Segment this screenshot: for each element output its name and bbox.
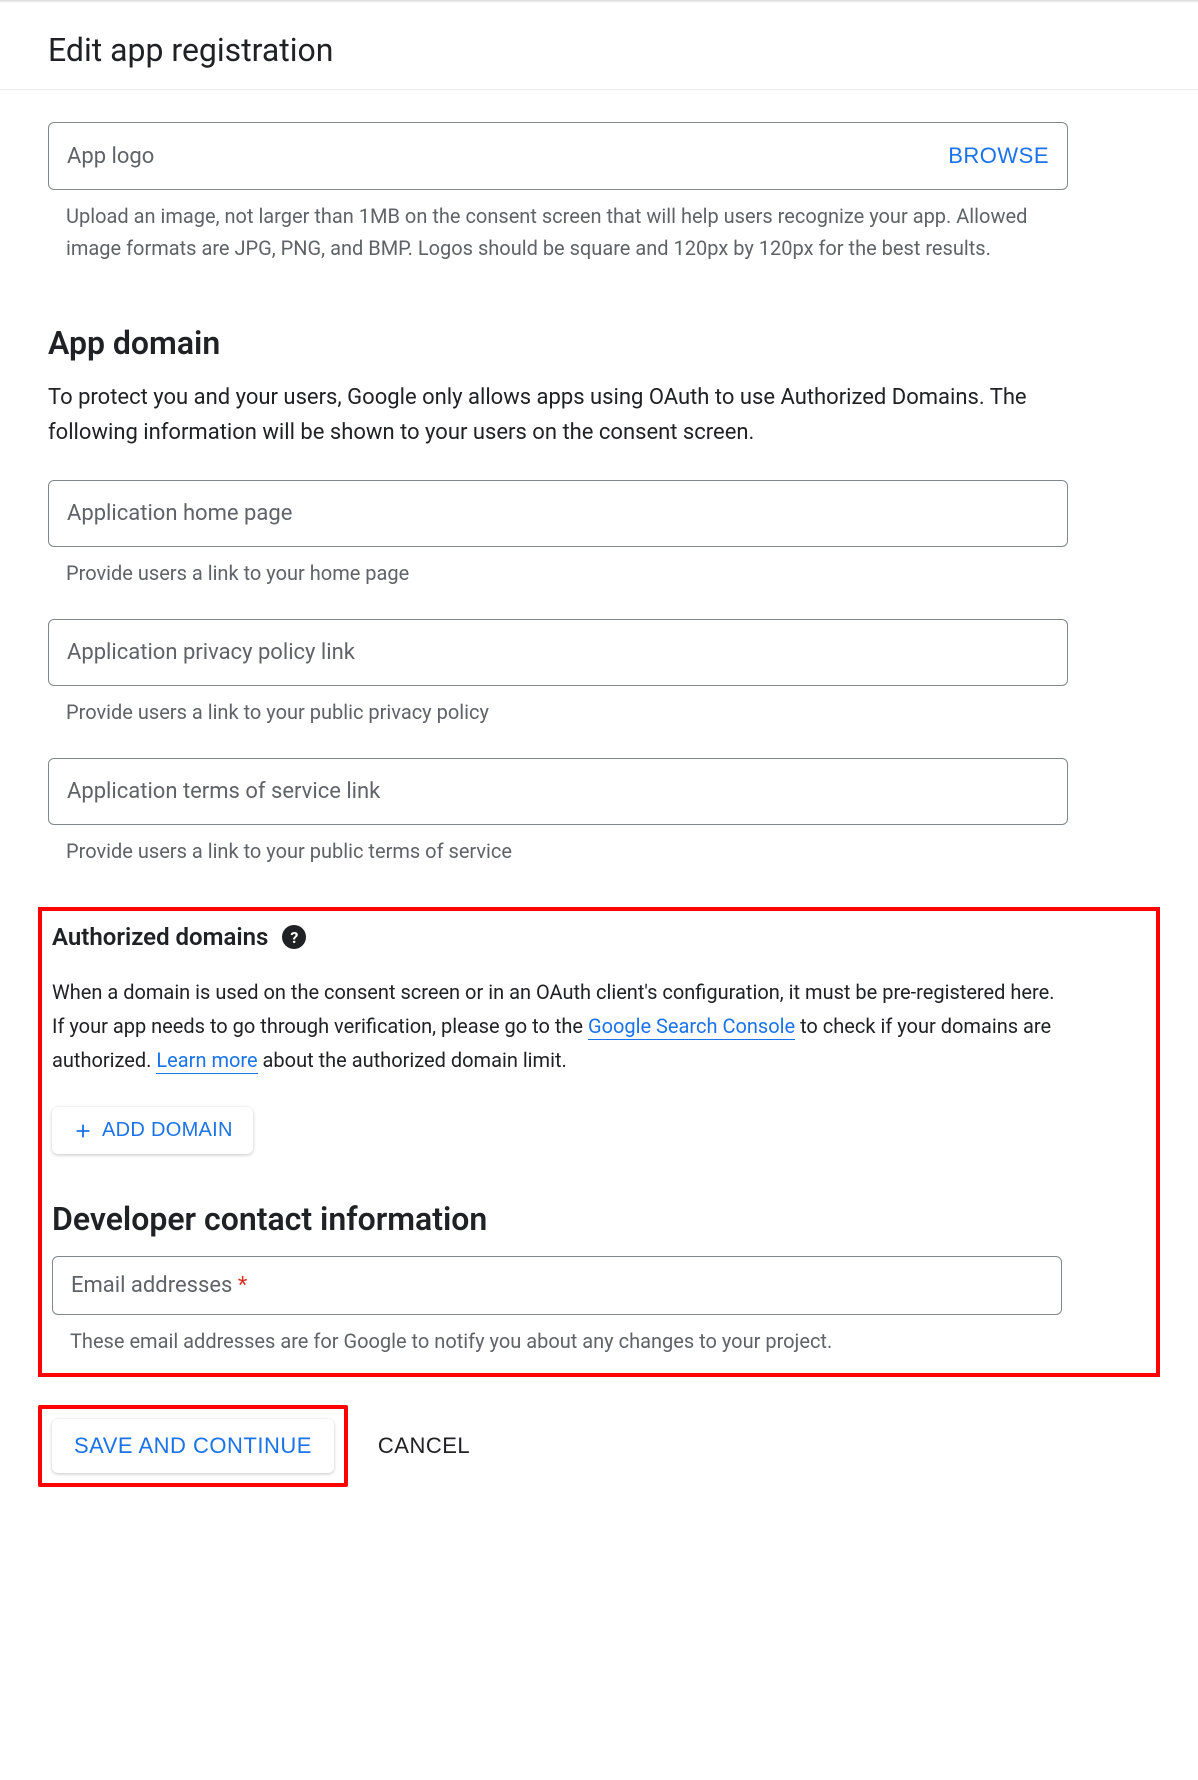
- cancel-button[interactable]: CANCEL: [378, 1433, 470, 1459]
- privacy-policy-placeholder: Application privacy policy link: [67, 640, 355, 665]
- tos-helper: Provide users a link to your public term…: [48, 835, 1028, 867]
- home-page-input[interactable]: Application home page: [48, 480, 1068, 547]
- app-domain-desc: To protect you and your users, Google on…: [48, 380, 1048, 450]
- save-highlight: SAVE AND CONTINUE: [38, 1405, 348, 1487]
- browse-button[interactable]: BROWSE: [948, 143, 1049, 169]
- authorized-domains-title-text: Authorized domains: [52, 923, 268, 951]
- authorized-domains-desc: When a domain is used on the consent scr…: [52, 975, 1062, 1077]
- app-domain-title: App domain: [48, 324, 1150, 362]
- app-logo-helper: Upload an image, not larger than 1MB on …: [48, 200, 1028, 264]
- home-page-placeholder: Application home page: [67, 501, 292, 526]
- highlighted-section: Authorized domains ? When a domain is us…: [38, 907, 1160, 1377]
- add-domain-label: ADD DOMAIN: [102, 1119, 233, 1142]
- authorized-domains-title: Authorized domains ?: [52, 923, 1146, 951]
- save-and-continue-button[interactable]: SAVE AND CONTINUE: [52, 1419, 334, 1473]
- required-star: *: [238, 1273, 247, 1298]
- google-search-console-link[interactable]: Google Search Console: [588, 1014, 795, 1040]
- plus-icon: [72, 1120, 94, 1142]
- email-helper: These email addresses are for Google to …: [52, 1325, 1032, 1357]
- tos-placeholder: Application terms of service link: [67, 779, 380, 804]
- page-title: Edit app registration: [0, 3, 1198, 89]
- developer-contact-title: Developer contact information: [52, 1200, 1146, 1238]
- learn-more-link[interactable]: Learn more: [156, 1048, 257, 1074]
- app-logo-field[interactable]: App logo BROWSE: [48, 122, 1068, 190]
- tos-input[interactable]: Application terms of service link: [48, 758, 1068, 825]
- app-logo-placeholder: App logo: [67, 144, 154, 169]
- email-placeholder: Email addresses: [71, 1273, 238, 1298]
- home-page-helper: Provide users a link to your home page: [48, 557, 1028, 589]
- help-icon[interactable]: ?: [282, 925, 306, 949]
- privacy-policy-input[interactable]: Application privacy policy link: [48, 619, 1068, 686]
- email-addresses-input[interactable]: Email addresses *: [52, 1256, 1062, 1315]
- auth-desc-part3: about the authorized domain limit.: [258, 1048, 567, 1072]
- add-domain-button[interactable]: ADD DOMAIN: [52, 1107, 253, 1154]
- privacy-policy-helper: Provide users a link to your public priv…: [48, 696, 1028, 728]
